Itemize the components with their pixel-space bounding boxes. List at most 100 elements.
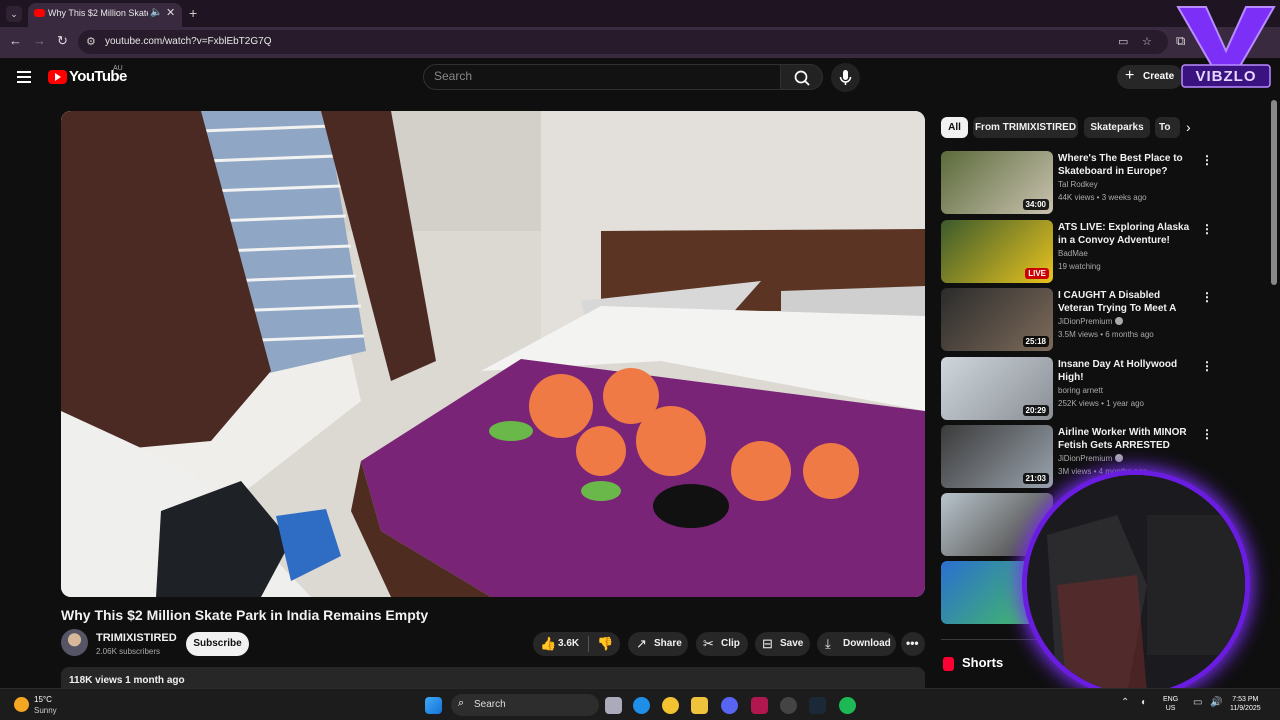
- vibzlo-logo: VIBZLO: [1176, 3, 1276, 93]
- recommendation-title[interactable]: Airline Worker With MINOR Fetish Gets AR…: [1058, 426, 1196, 453]
- channel-name: JiDionPremium: [1058, 454, 1113, 463]
- page-scrollbar[interactable]: [1271, 100, 1277, 680]
- download-button[interactable]: ⤓ Download: [817, 632, 896, 656]
- video-thumbnail[interactable]: 34:00: [941, 151, 1053, 214]
- chrome-icon[interactable]: [662, 697, 679, 714]
- live-badge: LIVE: [1025, 268, 1049, 279]
- recommendation-title[interactable]: I CAUGHT A Disabled Veteran Trying To Me…: [1058, 289, 1196, 316]
- create-label: Create: [1143, 71, 1175, 82]
- more-vertical-icon[interactable]: ⋮: [1201, 359, 1213, 373]
- video-thumbnail[interactable]: 25:18: [941, 288, 1053, 351]
- forward-icon[interactable]: →: [33, 33, 46, 48]
- video-player[interactable]: [61, 111, 925, 597]
- subscribe-button[interactable]: Subscribe: [186, 632, 249, 656]
- taskbar-search[interactable]: ⌕ Search: [451, 694, 599, 716]
- back-icon[interactable]: ←: [9, 33, 22, 48]
- lang-code: ENG: [1163, 696, 1179, 703]
- search-icon: ⌕: [458, 697, 465, 709]
- recommendation-title[interactable]: Insane Day At Hollywood High!: [1058, 358, 1196, 384]
- chip-partial[interactable]: To: [1155, 117, 1180, 138]
- like-icon[interactable]: 👍: [540, 636, 556, 652]
- weather-condition: Sunny: [34, 706, 57, 715]
- clip-button[interactable]: ✂ Clip: [696, 632, 748, 656]
- video-thumbnail[interactable]: LIVE: [941, 220, 1053, 283]
- youtube-play-icon: [48, 70, 67, 84]
- search-button[interactable]: [781, 64, 823, 90]
- file-explorer-icon[interactable]: [691, 697, 708, 714]
- microphone-icon: [839, 70, 852, 85]
- url-text[interactable]: youtube.com/watch?v=FxblEbT2G7Q: [105, 36, 271, 47]
- save-button[interactable]: ⊟ Save: [755, 632, 810, 656]
- task-view-icon[interactable]: [605, 697, 622, 714]
- scrollbar-thumb[interactable]: [1271, 100, 1277, 285]
- chip-from-channel[interactable]: From TRIMIXISTIRED: [973, 117, 1078, 138]
- channel-name: JiDionPremium: [1058, 317, 1113, 326]
- channel-avatar[interactable]: [61, 629, 88, 656]
- more-actions-button[interactable]: •••: [901, 632, 925, 656]
- recommendation-channel[interactable]: BadMae: [1058, 249, 1088, 258]
- tray-app-icon[interactable]: ◐: [1141, 697, 1147, 708]
- more-vertical-icon[interactable]: ⋮: [1201, 153, 1213, 167]
- new-tab-icon[interactable]: +: [189, 5, 197, 21]
- steam-icon[interactable]: [809, 697, 826, 714]
- tray-chevron-icon[interactable]: ⌃: [1121, 697, 1129, 708]
- create-button[interactable]: + Create: [1117, 65, 1183, 89]
- windows-start-icon[interactable]: [425, 697, 442, 714]
- search-input[interactable]: [434, 69, 764, 83]
- chip-skateparks[interactable]: Skateparks: [1084, 117, 1150, 138]
- recommendation-channel[interactable]: JiDionPremium: [1058, 454, 1124, 463]
- share-button[interactable]: ↗ Share: [628, 632, 688, 656]
- bookmark-star-icon[interactable]: ☆: [1142, 35, 1152, 48]
- views-and-date: 118K views 1 month ago: [69, 675, 185, 686]
- region-code: US: [1165, 705, 1176, 712]
- voice-search-button[interactable]: [831, 63, 860, 92]
- recommendation-item[interactable]: 21:03 Airline Worker With MINOR Fetish Ge…: [941, 425, 1213, 488]
- more-vertical-icon[interactable]: ⋮: [1201, 290, 1213, 304]
- volume-icon[interactable]: 🔊: [1210, 697, 1222, 708]
- search-box[interactable]: [423, 64, 781, 90]
- vibzlo-text: VIBZLO: [1195, 68, 1257, 85]
- like-count[interactable]: 3.6K: [558, 638, 579, 649]
- recommendation-channel[interactable]: Tal Rodkey: [1058, 180, 1098, 189]
- address-bar[interactable]: ⚙ youtube.com/watch?v=FxblEbT2G7Q ▭ ☆: [78, 30, 1168, 54]
- more-vertical-icon[interactable]: ⋮: [1201, 427, 1213, 441]
- recommendation-item[interactable]: 25:18 I CAUGHT A Disabled Veteran Trying …: [941, 288, 1213, 351]
- more-vertical-icon[interactable]: ⋮: [1201, 222, 1213, 236]
- cast-icon[interactable]: ▭: [1118, 35, 1128, 48]
- edge-icon[interactable]: [633, 697, 650, 714]
- channel-name[interactable]: TRIMIXISTIRED: [96, 632, 177, 644]
- divider: [588, 636, 589, 652]
- obs-icon[interactable]: [780, 697, 797, 714]
- dislike-icon[interactable]: 👎: [597, 636, 613, 652]
- recommendation-channel[interactable]: JiDionPremium: [1058, 317, 1124, 326]
- webcam-overlay: [1027, 475, 1245, 693]
- recommendation-title[interactable]: Where's The Best Place to Skateboard in …: [1058, 152, 1196, 178]
- chevron-right-icon[interactable]: ›: [1186, 119, 1191, 135]
- scissors-icon: ✂: [703, 636, 714, 651]
- recommendation-item[interactable]: 20:29 Insane Day At Hollywood High! boring…: [941, 357, 1213, 420]
- browser-tab[interactable]: Why This $2 Million Skate P 🔈 ✕: [28, 3, 182, 27]
- recommendation-title[interactable]: ATS LIVE: Exploring Alaska in a Convoy A…: [1058, 221, 1196, 247]
- spotify-icon[interactable]: [839, 697, 856, 714]
- system-clock[interactable]: 7:53 PM 11/9/2025: [1230, 695, 1261, 713]
- app-icon[interactable]: [751, 697, 768, 714]
- recommendation-channel[interactable]: boring arnett: [1058, 386, 1103, 395]
- reload-icon[interactable]: ↻: [57, 33, 68, 49]
- youtube-favicon-icon: [34, 9, 45, 17]
- duration-badge: 34:00: [1022, 199, 1049, 210]
- shorts-label: Shorts: [962, 655, 1004, 670]
- recommendation-item[interactable]: LIVE ATS LIVE: Exploring Alaska in a Conv…: [941, 220, 1213, 283]
- language-indicator[interactable]: ENG US: [1163, 695, 1178, 713]
- menu-icon[interactable]: [17, 71, 31, 83]
- chip-all[interactable]: All: [941, 117, 968, 138]
- discord-icon[interactable]: [721, 697, 738, 714]
- speaker-icon[interactable]: 🔈: [150, 7, 162, 18]
- recommendation-item[interactable]: 34:00 Where's The Best Place to Skateboar…: [941, 151, 1213, 214]
- site-info-icon[interactable]: ⚙: [86, 35, 96, 48]
- tab-search-icon[interactable]: ⌄: [6, 6, 22, 22]
- recommendation-meta: 3.5M views • 6 months ago: [1058, 330, 1154, 339]
- video-thumbnail[interactable]: 20:29: [941, 357, 1053, 420]
- network-icon[interactable]: ▭: [1193, 697, 1202, 708]
- close-tab-icon[interactable]: ✕: [166, 6, 175, 19]
- video-thumbnail[interactable]: 21:03: [941, 425, 1053, 488]
